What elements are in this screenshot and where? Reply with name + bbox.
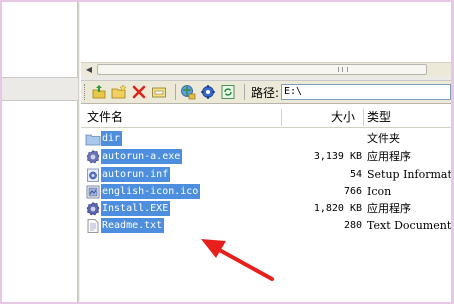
scroll-left-icon[interactable]: ◀: [83, 64, 95, 75]
refresh-icon[interactable]: [220, 84, 236, 100]
file-name: dir: [101, 131, 123, 146]
file-size: 280: [343, 220, 362, 231]
file-row-dir[interactable]: dir 文件夹: [81, 130, 451, 147]
file-name: Readme.txt: [101, 218, 165, 233]
toolbar-separator: [243, 84, 245, 100]
file-type: 应用程序: [367, 202, 411, 215]
up-folder-icon[interactable]: [91, 84, 107, 100]
delete-icon[interactable]: [131, 84, 147, 100]
list-header: 文件名 大小 类型: [81, 107, 451, 128]
properties-icon[interactable]: [151, 84, 167, 100]
column-divider[interactable]: [363, 109, 364, 126]
network-icon[interactable]: [180, 84, 196, 100]
settings-icon[interactable]: [200, 84, 216, 100]
column-header-size[interactable]: 大小: [331, 107, 355, 128]
file-list[interactable]: 文件名 大小 类型 dir 文件夹 autorun-a.exe 3,139 KB…: [81, 105, 451, 302]
file-type: Icon: [367, 185, 392, 198]
exe-gear-icon: [85, 149, 101, 165]
column-divider[interactable]: [281, 109, 282, 126]
new-folder-icon[interactable]: [111, 84, 127, 100]
file-type: Setup Informat: [367, 168, 451, 181]
inf-gear-icon: [85, 167, 101, 183]
file-row-autorun-a[interactable]: autorun-a.exe 3,139 KB 应用程序: [81, 148, 451, 165]
upper-right-pane: [81, 2, 451, 62]
file-row-english-icon[interactable]: english-icon.ico 766 Icon: [81, 183, 451, 200]
file-size: 3,139 KB: [313, 151, 362, 162]
file-size: 1,820 KB: [313, 203, 362, 214]
file-name: Install.EXE: [101, 201, 171, 216]
file-type: 文件夹: [367, 132, 400, 145]
file-size: 766: [343, 186, 362, 197]
path-input[interactable]: E:\: [280, 84, 451, 100]
scroll-thumb[interactable]: [97, 64, 427, 75]
ico-file-icon: [85, 184, 101, 200]
exe-gear-icon: [85, 201, 101, 217]
left-pane-bar: [2, 78, 78, 100]
left-tree-pane[interactable]: [2, 2, 78, 302]
toolbar: 路径: E:\: [81, 81, 451, 104]
left-pane-divider-bottom: [2, 100, 78, 101]
scroll-grip-icon: [338, 67, 348, 72]
file-row-install[interactable]: Install.EXE 1,820 KB 应用程序: [81, 200, 451, 217]
file-name: autorun.inf: [101, 167, 171, 182]
file-name: english-icon.ico: [101, 184, 201, 199]
file-type: 应用程序: [367, 150, 411, 163]
file-type: Text Document: [367, 219, 451, 232]
column-header-type[interactable]: 类型: [367, 107, 391, 128]
horizontal-scrollbar[interactable]: ◀: [81, 62, 451, 76]
file-name: autorun-a.exe: [101, 149, 183, 164]
text-file-icon: [85, 218, 101, 234]
file-row-readme[interactable]: Readme.txt 280 Text Document: [81, 217, 451, 234]
path-label: 路径:: [250, 85, 279, 100]
folder-icon: [85, 131, 101, 147]
left-pane-divider-top: [2, 77, 78, 78]
toolbar-grip[interactable]: [84, 84, 87, 100]
column-header-name[interactable]: 文件名: [87, 107, 123, 128]
file-size: 54: [349, 169, 362, 180]
toolbar-separator: [174, 84, 176, 100]
file-row-autorun-inf[interactable]: autorun.inf 54 Setup Informat: [81, 166, 451, 183]
